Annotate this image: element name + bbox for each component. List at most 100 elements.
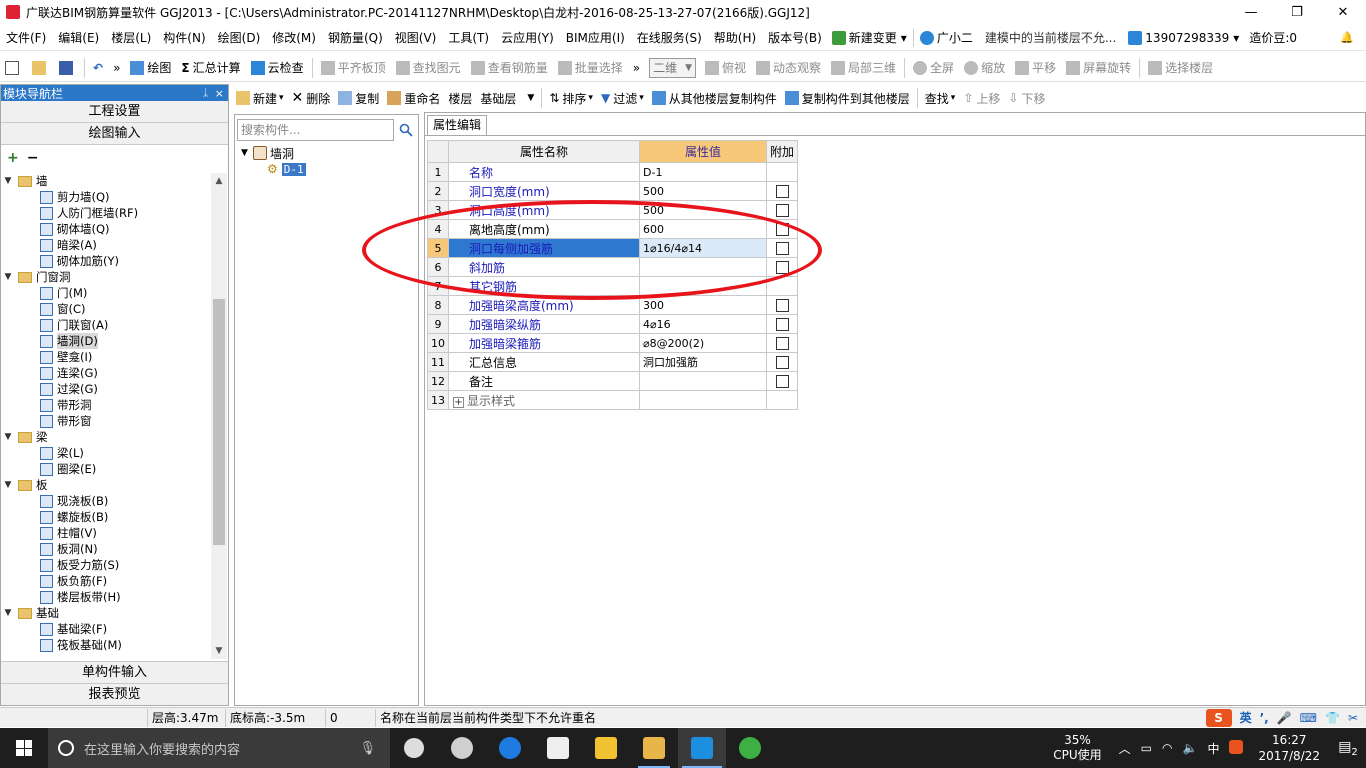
tree-item[interactable]: 楼层板带(H): [2, 589, 212, 605]
tree-item[interactable]: 板负筋(F): [2, 573, 212, 589]
pan-button[interactable]: 平移: [1010, 56, 1061, 80]
chevron-down-icon[interactable]: ▼: [2, 272, 14, 282]
menu-bim[interactable]: BIM应用(I): [560, 27, 631, 49]
save-button[interactable]: [54, 56, 81, 80]
property-row[interactable]: 1 名称 D-1: [427, 162, 799, 182]
property-row[interactable]: 11 汇总信息 洞口加强筋: [427, 352, 799, 372]
chevron-down-icon[interactable]: ▼: [2, 432, 14, 442]
tree-item[interactable]: 连梁(G): [2, 365, 212, 381]
tree-category[interactable]: ▼ 基础: [2, 605, 212, 621]
tree-item[interactable]: 基础梁(F): [2, 621, 212, 637]
property-value-cell[interactable]: 4⌀16: [639, 314, 767, 334]
ime-lang[interactable]: 英: [1240, 709, 1252, 726]
view-mode-select[interactable]: 二维 ▼: [649, 57, 696, 78]
align-slab-button[interactable]: 平齐板顶: [316, 56, 391, 80]
dynamic-view-button[interactable]: 动态观察: [751, 56, 826, 80]
property-value-cell[interactable]: 1⌀16/4⌀14: [639, 238, 767, 258]
scroll-thumb[interactable]: [213, 299, 225, 545]
tree-item-d1[interactable]: ⚙ D-1: [241, 161, 306, 177]
open-button[interactable]: [27, 56, 54, 80]
tree-item[interactable]: 门(M): [2, 285, 212, 301]
attach-checkbox[interactable]: [775, 204, 789, 217]
tree-item[interactable]: 过梁(G): [2, 381, 212, 397]
bell-icon[interactable]: 🔔: [1334, 27, 1360, 49]
tree-item[interactable]: 板受力筋(S): [2, 557, 212, 573]
project-settings-tab[interactable]: 工程设置: [1, 101, 228, 123]
search-icon[interactable]: [396, 119, 416, 141]
tree-item[interactable]: 现浇板(B): [2, 493, 212, 509]
tree-item[interactable]: 螺旋板(B): [2, 509, 212, 525]
find-button[interactable]: 查找 ▾: [921, 87, 960, 109]
fullscreen-button[interactable]: 全屏: [908, 56, 959, 80]
property-row[interactable]: 4 离地高度(mm) 600: [427, 219, 799, 239]
property-row[interactable]: 2 洞口宽度(mm) 500: [427, 181, 799, 201]
find-element-button[interactable]: 查找图元: [391, 56, 466, 80]
nav-scrollbar[interactable]: ▲ ▼: [211, 173, 227, 659]
menu-modify[interactable]: 修改(M): [266, 27, 322, 49]
scroll-down-icon[interactable]: ▼: [211, 643, 227, 659]
close-button[interactable]: ✕: [1320, 0, 1366, 24]
pin-icon[interactable]: ᛣ: [203, 88, 209, 99]
copy-from-other-floor-button[interactable]: 从其他楼层复制构件: [648, 87, 781, 109]
property-row[interactable]: 13 + 显示样式: [427, 390, 799, 410]
maximize-button[interactable]: ❐: [1274, 0, 1320, 24]
menu-component[interactable]: 构件(N): [157, 27, 211, 49]
tab-property-edit[interactable]: 属性编辑: [427, 115, 488, 135]
copy-to-other-floor-button[interactable]: 复制构件到其他楼层: [781, 87, 914, 109]
tree-item[interactable]: 砌体墙(Q): [2, 221, 212, 237]
attach-checkbox[interactable]: [775, 185, 789, 198]
attach-checkbox[interactable]: [775, 299, 789, 312]
volume-icon[interactable]: 🔈: [1178, 741, 1203, 755]
tree-item[interactable]: 门联窗(A): [2, 317, 212, 333]
property-value-cell[interactable]: 600: [639, 219, 767, 239]
attach-checkbox[interactable]: [775, 318, 789, 331]
property-row[interactable]: 6 斜加筋: [427, 257, 799, 277]
task-view-icon[interactable]: [390, 728, 438, 768]
tree-category-wall-opening[interactable]: ▼ 墙洞: [241, 145, 306, 161]
sogou-tray-icon[interactable]: [1224, 739, 1248, 757]
tree-item[interactable]: 板洞(N): [2, 541, 212, 557]
draw-button[interactable]: 绘图: [125, 56, 176, 80]
menu-online[interactable]: 在线服务(S): [631, 27, 708, 49]
tree-category[interactable]: ▼ 板: [2, 477, 212, 493]
floor-select[interactable]: 基础层 ▼: [476, 87, 538, 109]
tools-icon[interactable]: ✂: [1348, 711, 1358, 725]
property-row[interactable]: 8 加强暗梁高度(mm) 300: [427, 295, 799, 315]
new-change-button[interactable]: 新建变更 ▾: [828, 27, 911, 49]
toolbar-overflow[interactable]: »: [628, 56, 645, 80]
tree-item[interactable]: 带形窗: [2, 413, 212, 429]
menu-tools[interactable]: 工具(T): [442, 27, 495, 49]
menu-cloud[interactable]: 云应用(Y): [495, 27, 560, 49]
property-value-cell[interactable]: [639, 257, 767, 277]
new-component-button[interactable]: 新建 ▾: [232, 87, 288, 109]
batch-select-button[interactable]: 批量选择: [553, 56, 628, 80]
app-swirl-icon[interactable]: [438, 728, 486, 768]
chevron-down-icon[interactable]: ▼: [2, 480, 14, 490]
property-value-cell[interactable]: 500: [639, 200, 767, 220]
tree-item[interactable]: 筏板基础(M): [2, 637, 212, 653]
taskbar-search[interactable]: 在这里输入你要搜索的内容 🎙: [48, 728, 390, 768]
sogou-logo-icon[interactable]: S: [1205, 708, 1232, 727]
summary-calc-button[interactable]: Σ 汇总计算: [176, 56, 245, 80]
mic-icon[interactable]: 🎤: [1277, 711, 1292, 725]
property-value-cell[interactable]: 300: [639, 295, 767, 315]
select-floor-button[interactable]: 选择楼层: [1143, 56, 1218, 80]
toolbar-overflow[interactable]: »: [108, 56, 125, 80]
property-value-cell[interactable]: 洞口加强筋: [639, 352, 767, 372]
property-value-cell[interactable]: 500: [639, 181, 767, 201]
green-app-icon[interactable]: [726, 728, 774, 768]
attach-checkbox[interactable]: [775, 242, 789, 255]
attach-checkbox[interactable]: [775, 375, 789, 388]
tree-item[interactable]: 剪力墙(Q): [2, 189, 212, 205]
property-value-cell[interactable]: ⌀8@200(2): [639, 333, 767, 353]
cpu-meter[interactable]: 35% CPU使用: [1041, 733, 1113, 763]
attach-checkbox[interactable]: [775, 356, 789, 369]
chevron-down-icon[interactable]: ▼: [2, 608, 14, 618]
property-row[interactable]: 12 备注: [427, 371, 799, 391]
tree-item[interactable]: 圈梁(E): [2, 461, 212, 477]
clock[interactable]: 16:27 2017/8/22: [1248, 732, 1330, 764]
chevron-down-icon[interactable]: ▼: [2, 176, 14, 186]
property-value-cell[interactable]: D-1: [639, 162, 767, 182]
tree-item[interactable]: 窗(C): [2, 301, 212, 317]
ime-indicator[interactable]: 中: [1202, 740, 1224, 757]
